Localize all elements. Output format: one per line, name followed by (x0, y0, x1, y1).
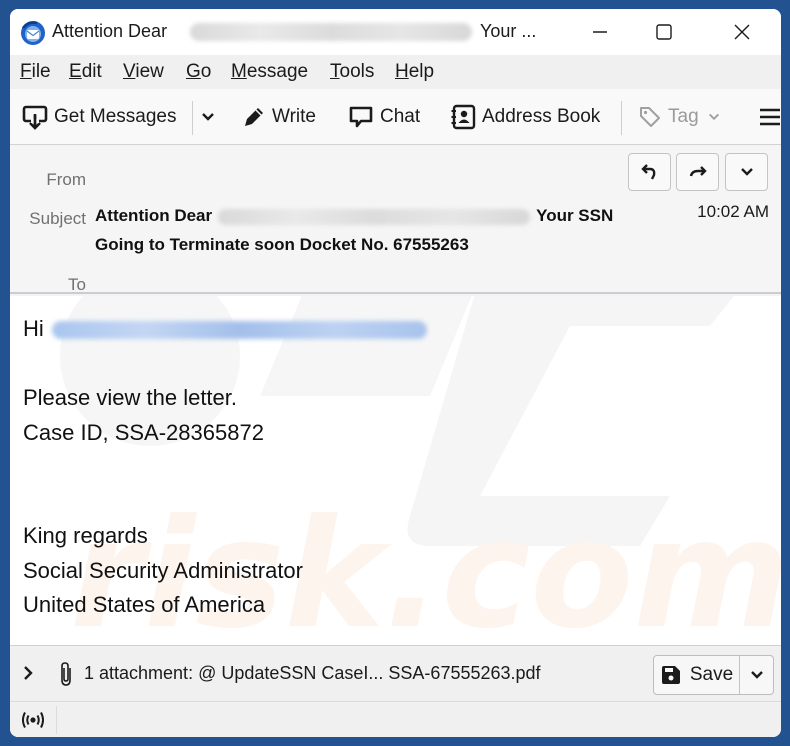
save-label: Save (689, 664, 734, 685)
chat-icon (349, 106, 373, 128)
chevron-down-icon (740, 168, 753, 176)
menu-label: o (200, 61, 212, 82)
write-label: Write (272, 106, 316, 127)
save-disk-icon (661, 666, 680, 684)
chevron-right-icon[interactable] (20, 663, 36, 683)
menu-accel: T (330, 61, 340, 82)
chevron-down-icon (202, 113, 214, 121)
maximize-icon (656, 24, 672, 40)
forward-icon (689, 166, 707, 177)
attachment-bar: 1 attachment: @ UpdateSSN CaseI... SSA-6… (10, 645, 781, 702)
menu-label: iew (135, 61, 164, 82)
menu-accel: G (186, 61, 201, 82)
subject-line-2: Going to Terminate soon Docket No. 67555… (95, 235, 469, 254)
toolbar-separator (621, 101, 622, 135)
message-header: From Subject Attention Dear Your SSN Goin… (10, 146, 781, 294)
subject-mid: Your SSN (536, 206, 614, 225)
menu-label: ools (339, 61, 375, 82)
online-status-icon[interactable] (20, 711, 46, 729)
menu-accel: E (69, 61, 82, 82)
menu-accel: V (123, 61, 136, 82)
chevron-down-icon (750, 671, 763, 679)
subject-label: Subject (29, 209, 86, 228)
forward-button[interactable] (676, 153, 719, 191)
minimize-button[interactable] (570, 9, 630, 55)
hamburger-menu-icon (760, 108, 780, 126)
status-separator (56, 706, 57, 734)
to-label: To (68, 275, 86, 294)
menu-edit[interactable]: Edit (69, 61, 102, 83)
subject-prefix: Attention Dear (95, 206, 213, 225)
message-body: risk.com Hi Please view the letter. Case… (10, 296, 781, 645)
maximize-button[interactable] (634, 9, 694, 55)
window-title-prefix: Attention Dear (52, 21, 168, 41)
body-line: Please view the letter. (23, 385, 238, 410)
thunderbird-icon (21, 21, 45, 45)
menu-label: ile (31, 61, 51, 82)
title-bar: Attention Dear Your ... (10, 9, 781, 55)
tag-icon (640, 107, 660, 127)
chevron-down-icon (708, 113, 719, 121)
menu-label: essage (246, 61, 309, 82)
menu-tools[interactable]: Tools (330, 61, 374, 83)
redacted-email (190, 23, 472, 41)
body-line: United States of America (23, 592, 266, 617)
write-button[interactable]: Write (242, 102, 316, 132)
reply-button[interactable] (628, 153, 671, 191)
from-label: From (46, 170, 86, 189)
chat-button[interactable]: Chat (348, 102, 420, 132)
close-icon (734, 24, 750, 40)
message-text: Hi Please view the letter. Case ID, SSA-… (23, 312, 427, 623)
menu-label: dit (81, 61, 102, 82)
save-dropdown-button[interactable] (740, 656, 773, 694)
save-attachment-group: Save (653, 655, 774, 695)
greeting: Hi (23, 316, 44, 341)
redacted-email-link[interactable] (51, 321, 427, 340)
menu-message[interactable]: Message (231, 61, 308, 83)
get-messages-dropdown[interactable] (200, 102, 222, 132)
get-messages-button[interactable]: Get Messages (22, 102, 177, 132)
tag-button[interactable]: Tag (638, 102, 727, 132)
mail-window: Attention Dear Your ... File Edit View G… (10, 9, 781, 737)
window-title-suffix: Your ... (480, 21, 537, 41)
greeting-line: Hi (23, 312, 427, 347)
message-time: 10:02 AM (697, 202, 769, 221)
menu-accel: H (395, 61, 409, 82)
subject-value: Attention Dear Your SSN Going to Terminat… (95, 201, 655, 259)
address-book-button[interactable]: Address Book (450, 102, 600, 132)
toolbar-separator (192, 101, 193, 135)
close-button[interactable] (712, 9, 772, 55)
pencil-icon (245, 108, 263, 126)
body-line: Social Security Administrator (23, 557, 303, 583)
paperclip-icon (61, 662, 71, 686)
body-line: Case ID, SSA-28365872 (23, 419, 264, 445)
redacted-email (218, 208, 531, 225)
menu-label: elp (408, 61, 435, 82)
address-book-icon (451, 104, 476, 130)
menu-help[interactable]: Help (395, 61, 434, 83)
menu-file[interactable]: File (20, 61, 51, 83)
toolbar: Get Messages Write Chat Address Book Tag (10, 89, 781, 145)
chat-label: Chat (380, 106, 421, 127)
app-menu-button[interactable] (758, 102, 781, 132)
menu-accel: M (231, 61, 247, 82)
menu-go[interactable]: Go (186, 61, 211, 83)
download-icon (22, 105, 48, 130)
body-line: King regards (23, 523, 148, 548)
attachment-summary[interactable]: 1 attachment: @ UpdateSSN CaseI... SSA-6… (84, 663, 541, 684)
address-book-label: Address Book (482, 106, 601, 127)
menu-view[interactable]: View (123, 61, 164, 83)
tag-label: Tag (668, 106, 699, 127)
menu-bar: File Edit View Go Message Tools Help (10, 55, 781, 89)
menu-accel: F (20, 61, 32, 82)
reply-icon (640, 164, 655, 180)
save-button[interactable]: Save (654, 656, 740, 694)
more-actions-button[interactable] (725, 153, 768, 191)
status-bar (10, 703, 781, 737)
get-messages-label: Get Messages (54, 106, 177, 127)
minimize-icon (593, 31, 607, 33)
